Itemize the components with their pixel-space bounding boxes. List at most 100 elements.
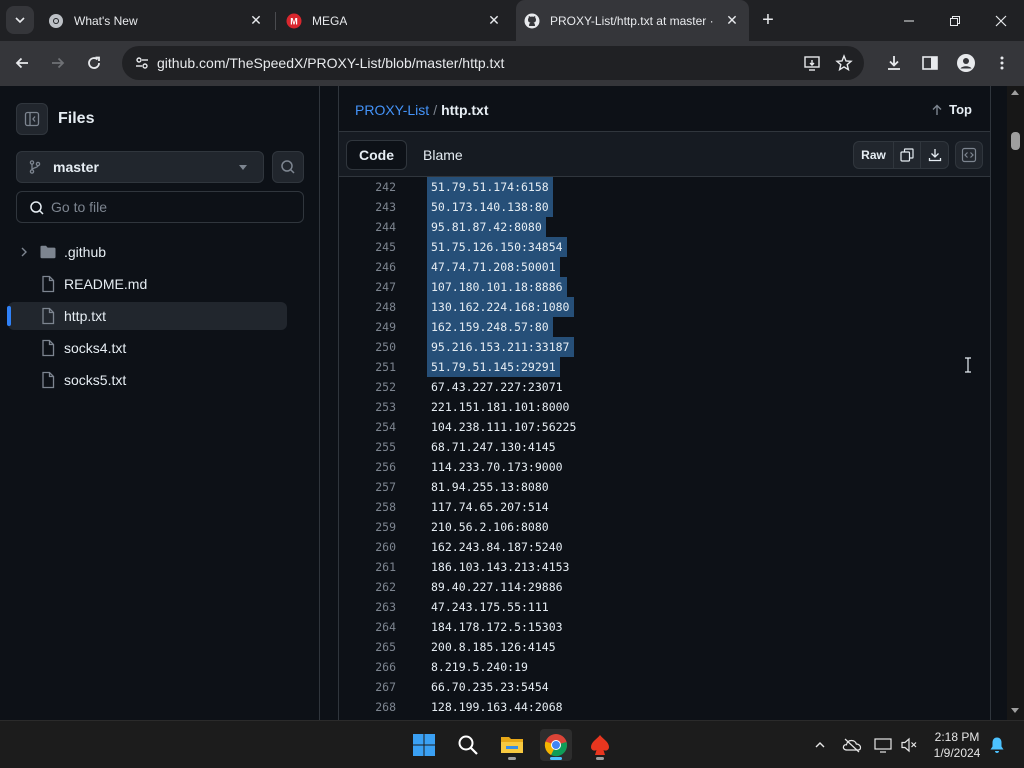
volume-muted-icon[interactable] (899, 735, 919, 755)
line-number[interactable]: 264 (339, 620, 396, 634)
downloads-button[interactable] (881, 50, 907, 76)
symbols-panel-button[interactable] (955, 141, 983, 169)
line-number[interactable]: 251 (339, 360, 396, 374)
solitaire-taskbar-icon[interactable] (584, 729, 616, 761)
tab-mega[interactable]: M MEGA ✕ (278, 0, 510, 41)
line-number[interactable]: 252 (339, 380, 396, 394)
profile-button[interactable] (953, 50, 979, 76)
taskbar-search-button[interactable] (452, 729, 484, 761)
line-number[interactable]: 260 (339, 540, 396, 554)
go-to-file-input[interactable]: Go to file (16, 191, 304, 223)
url-text[interactable]: github.com/TheSpeedX/PROXY-List/blob/mas… (157, 55, 504, 71)
file-icon (42, 339, 55, 357)
line-number[interactable]: 257 (339, 480, 396, 494)
restore-button[interactable] (932, 0, 978, 41)
collapse-sidebar-button[interactable] (16, 103, 48, 135)
line-number[interactable]: 253 (339, 400, 396, 414)
onedrive-offline-icon[interactable] (842, 735, 862, 755)
code-line-text: 162.159.248.57:80 (431, 320, 549, 334)
folder-icon (40, 245, 56, 259)
scrollbar-thumb[interactable] (1011, 132, 1020, 150)
reload-button[interactable] (81, 50, 107, 76)
tree-item-github-folder[interactable]: .github (8, 238, 287, 266)
close-icon (995, 15, 1007, 26)
system-clock[interactable]: 2:18 PM 1/9/2024 (924, 729, 990, 761)
start-button[interactable] (408, 729, 440, 761)
line-number[interactable]: 261 (339, 560, 396, 574)
chrome-taskbar-icon[interactable] (540, 729, 572, 761)
tab-github-proxy-list[interactable]: PROXY-List/http.txt at master · ✕ (516, 0, 749, 41)
line-number[interactable]: 243 (339, 200, 396, 214)
tab-search-button[interactable] (6, 6, 34, 34)
bookmark-star-icon[interactable] (833, 52, 855, 74)
new-tab-button[interactable]: + (757, 9, 779, 31)
code-line-text: 104.238.111.107:56225 (431, 420, 577, 434)
breadcrumb: PROXY-List / http.txt (355, 102, 489, 118)
code-line: 259 210.56.2.106:8080 (339, 517, 990, 537)
text-cursor-icon (965, 357, 971, 373)
line-number[interactable]: 250 (339, 340, 396, 354)
code-line: 255 68.71.247.130:4145 (339, 437, 990, 457)
search-files-button[interactable] (272, 151, 304, 183)
tree-item-http-txt[interactable]: http.txt (7, 302, 287, 330)
tree-item-readme[interactable]: README.md (8, 270, 287, 298)
code-line: 249 162.159.248.57:80 (339, 317, 990, 337)
scroll-down-arrow-icon[interactable] (1011, 708, 1019, 713)
file-explorer-taskbar-icon[interactable] (496, 729, 528, 761)
network-icon[interactable] (873, 735, 893, 755)
line-number[interactable]: 266 (339, 660, 396, 674)
browser-menu-button[interactable] (989, 50, 1015, 76)
notifications-bell-icon[interactable] (987, 735, 1007, 755)
site-info-icon[interactable] (130, 51, 154, 75)
tree-item-socks5-txt[interactable]: socks5.txt (8, 366, 287, 394)
line-number[interactable]: 263 (339, 600, 396, 614)
close-tab-icon[interactable]: ✕ (248, 12, 264, 28)
page-scrollbar[interactable] (1007, 86, 1024, 720)
close-tab-icon[interactable]: ✕ (724, 12, 740, 28)
line-number[interactable]: 249 (339, 320, 396, 334)
raw-button[interactable]: Raw (854, 142, 894, 168)
line-number[interactable]: 258 (339, 500, 396, 514)
show-hidden-icons-button[interactable] (810, 735, 830, 755)
code-line-text: 47.74.71.208:50001 (431, 260, 556, 274)
line-number[interactable]: 267 (339, 680, 396, 694)
tab-whats-new[interactable]: What's New ✕ (40, 0, 272, 41)
line-number[interactable]: 244 (339, 220, 396, 234)
scroll-up-arrow-icon[interactable] (1011, 90, 1019, 95)
close-window-button[interactable] (978, 0, 1024, 41)
forward-button[interactable] (45, 50, 71, 76)
side-panel-button[interactable] (917, 50, 943, 76)
blame-tab[interactable]: Blame (411, 140, 475, 170)
address-bar[interactable]: github.com/TheSpeedX/PROXY-List/blob/mas… (122, 46, 864, 80)
line-number[interactable]: 262 (339, 580, 396, 594)
line-number[interactable]: 268 (339, 700, 396, 714)
minimize-button[interactable] (886, 0, 932, 41)
copy-raw-button[interactable] (894, 142, 921, 168)
code-line-text: 128.199.163.44:2068 (431, 700, 563, 714)
browser-toolbar: github.com/TheSpeedX/PROXY-List/blob/mas… (0, 41, 1024, 86)
more-vertical-icon (1000, 56, 1004, 70)
back-button[interactable] (9, 50, 35, 76)
code-tab[interactable]: Code (346, 140, 407, 170)
line-number[interactable]: 256 (339, 460, 396, 474)
close-tab-icon[interactable]: ✕ (486, 12, 502, 28)
line-number[interactable]: 254 (339, 420, 396, 434)
line-number[interactable]: 265 (339, 640, 396, 654)
search-icon (281, 160, 295, 174)
install-app-icon[interactable] (801, 52, 823, 74)
line-number[interactable]: 259 (339, 520, 396, 534)
back-to-top-button[interactable]: Top (931, 102, 972, 117)
line-number[interactable]: 242 (339, 180, 396, 194)
tab-title: PROXY-List/http.txt at master · (550, 13, 714, 28)
line-number[interactable]: 246 (339, 260, 396, 274)
line-number[interactable]: 247 (339, 280, 396, 294)
tree-item-label: http.txt (64, 308, 107, 324)
download-raw-button[interactable] (921, 142, 948, 168)
tree-item-socks4-txt[interactable]: socks4.txt (8, 334, 287, 362)
code-viewer[interactable]: 242 51.79.51.174:6158 243 50.173.140.138:80… (339, 177, 990, 720)
branch-selector[interactable]: master (16, 151, 264, 183)
breadcrumb-repo-link[interactable]: PROXY-List (355, 102, 429, 118)
line-number[interactable]: 255 (339, 440, 396, 454)
line-number[interactable]: 245 (339, 240, 396, 254)
line-number[interactable]: 248 (339, 300, 396, 314)
